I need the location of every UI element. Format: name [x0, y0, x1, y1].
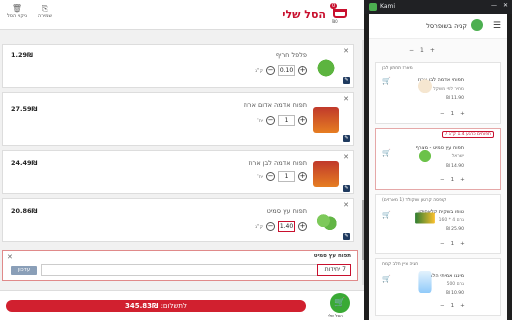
cart-count-badge: 0: [330, 3, 338, 9]
checkout-label: לתשלום:: [160, 302, 187, 310]
item-price: 1.29₪: [11, 51, 33, 59]
kami-header: ☰ קניה בשופרסל: [369, 14, 507, 39]
decrease-qty-button[interactable]: −: [266, 172, 275, 181]
cart-item: ✕ תפוח עץ סמיט + 1.40 − ק"ג 20.86₪ ✎: [2, 198, 354, 242]
edit-note-icon[interactable]: ✎: [343, 77, 350, 84]
qty-stepper: − 1 +: [409, 47, 435, 54]
unit-label: ק"ג: [255, 223, 263, 230]
item-price: 24.49₪: [11, 159, 38, 167]
cart-icon: 0 ₪0: [330, 3, 354, 25]
product-image: [415, 212, 435, 224]
unit-label: ק"ג: [255, 67, 263, 74]
cart-panel: 🗑 ניקוי הסל ⎘ שמירה הסל שלי 0 ₪0 ✕ פלפל …: [0, 0, 364, 320]
product-image: [414, 73, 436, 95]
product-card: 7 תפוחים כרגע 1.4 ק"ג תפוח עץ סמיט - מצר…: [375, 128, 501, 190]
cart-title: הסל שלי: [282, 8, 326, 21]
footer-cart-button[interactable]: 🛒 הסל שלי: [326, 293, 356, 319]
edit-note-icon[interactable]: ✎: [343, 185, 350, 192]
item-name: תפוח עץ סמיט: [266, 207, 307, 215]
decrease-qty-button[interactable]: −: [266, 222, 275, 231]
kami-app-name: Kami: [380, 3, 396, 10]
product-card: קופסה קרטון שוקולד (1 מארזים) טופו בשקית…: [375, 194, 501, 254]
add-to-cart-icon[interactable]: 🛒: [382, 275, 391, 283]
kami-logo-icon: [369, 3, 377, 11]
cart-item: ✕ תפוח אדמה אדום ארוז + 1 − יח' 27.59₪ ✎: [2, 92, 354, 146]
checkout-button[interactable]: לתשלום: 345.83₪: [6, 300, 306, 312]
increase-qty-button[interactable]: +: [298, 116, 307, 125]
unit-label: יח': [257, 117, 263, 124]
qty-input[interactable]: 0.10: [278, 65, 295, 76]
note-title: תפוח עץ סמיט: [313, 253, 351, 259]
remove-item-icon[interactable]: ✕: [343, 201, 349, 209]
product-image: [313, 209, 339, 235]
item-price: 20.86₪: [11, 207, 38, 215]
edit-note-icon[interactable]: ✎: [343, 135, 350, 142]
item-name: פלפל חריף: [275, 51, 307, 59]
add-to-cart-icon[interactable]: 🛒: [382, 77, 391, 85]
remove-item-icon[interactable]: ✕: [343, 95, 349, 103]
minimize-icon[interactable]: —: [491, 2, 497, 9]
close-icon[interactable]: ✕: [503, 2, 508, 9]
decrease-qty-button[interactable]: −: [266, 66, 275, 75]
kami-page: ☰ קניה בשופרסל − 1 + מארז תחתון לבן תפוח…: [369, 14, 507, 320]
cart-header-total: ₪0: [332, 19, 338, 24]
trash-icon: 🗑: [11, 4, 23, 13]
clear-cart-button[interactable]: 🗑 ניקוי הסל: [4, 4, 30, 19]
update-note-button[interactable]: עדכון: [11, 266, 37, 275]
product-image: [313, 161, 339, 187]
product-card: מארז תחתון לבן תפוחי אדמה לבן ארוז מחיר …: [375, 62, 501, 124]
item-name: תפוח אדמה לבן ארוז: [248, 159, 307, 167]
cart-item: ✕ תפוח אדמה לבן ארוז + 1 − יח' 24.49₪ ✎: [2, 150, 354, 194]
add-to-cart-icon[interactable]: 🛒: [382, 149, 391, 157]
product-image: [418, 271, 432, 293]
save-cart-button[interactable]: ⎘ שמירה: [32, 4, 58, 19]
qty-input[interactable]: 1.40: [278, 221, 295, 232]
product-card: חגיה ציין חלב קמח מינגו אמיתי הלבאה 500 …: [375, 258, 501, 316]
product-image: [414, 145, 436, 167]
qty-input[interactable]: 1: [278, 115, 295, 126]
add-to-cart-icon[interactable]: 🛒: [382, 211, 391, 219]
close-note-icon[interactable]: ✕: [7, 253, 13, 261]
cart-icon: 🛒: [330, 293, 350, 313]
cart-header: 🗑 ניקוי הסל ⎘ שמירה הסל שלי 0 ₪0: [0, 0, 364, 30]
remove-item-icon[interactable]: ✕: [343, 47, 349, 55]
item-note-box: ✕ תפוח עץ סמיט 7 יחידות עדכון: [2, 250, 358, 281]
increase-qty-button[interactable]: +: [298, 66, 307, 75]
remove-item-icon[interactable]: ✕: [343, 153, 349, 161]
decrease-icon[interactable]: −: [409, 47, 414, 54]
kami-titlebar: Kami — ✕: [364, 0, 512, 14]
note-input[interactable]: 7 יחידות: [41, 264, 351, 276]
increase-icon[interactable]: +: [430, 47, 435, 54]
product-image: [313, 107, 339, 133]
item-price: 27.59₪: [11, 105, 38, 113]
cart-item: ✕ פלפל חריף + 0.10 − ק"ג 1.29₪ ✎: [2, 44, 354, 88]
item-name: תפוח אדמה אדום ארוז: [243, 101, 307, 109]
product-image: [313, 55, 339, 81]
decrease-qty-button[interactable]: −: [266, 116, 275, 125]
unit-label: יח': [257, 173, 263, 180]
kami-extension-panel: Kami — ✕ ☰ קניה בשופרסל − 1 + מארז תחתון…: [364, 0, 512, 320]
save-icon: ⎘: [41, 4, 49, 13]
checkout-amount: 345.83₪: [124, 302, 159, 310]
cart-footer: לתשלום: 345.83₪ 🛒 הסל שלי: [0, 290, 364, 320]
increase-qty-button[interactable]: +: [298, 172, 307, 181]
note-badge: 7 תפוחים כרגע 1.4 ק"ג: [441, 131, 494, 138]
qty-input[interactable]: 1: [278, 171, 295, 182]
kami-page-title: קניה בשופרסל: [426, 22, 467, 30]
shufersal-logo-icon: [471, 19, 483, 31]
edit-note-icon[interactable]: ✎: [343, 233, 350, 240]
increase-qty-button[interactable]: +: [298, 222, 307, 231]
hamburger-menu-icon[interactable]: ☰: [493, 21, 501, 31]
